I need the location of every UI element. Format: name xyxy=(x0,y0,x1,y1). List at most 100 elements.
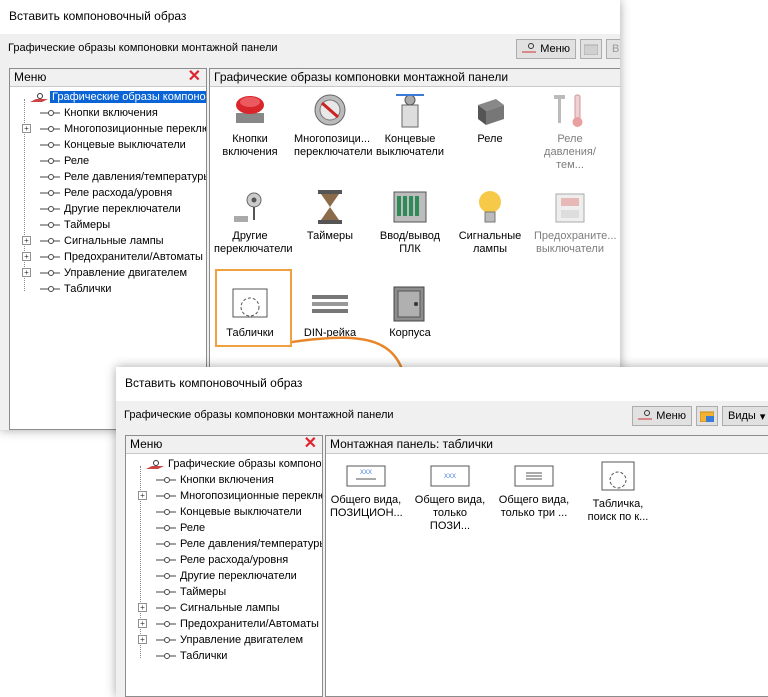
library-item[interactable]: XXX Общего вида, ПОЗИЦИОН... xyxy=(330,460,403,520)
plc-io-icon xyxy=(374,188,446,226)
connector-icon xyxy=(156,474,178,486)
connector-icon xyxy=(40,203,62,215)
tree-node-label: Таблички xyxy=(180,650,228,662)
tree-node[interactable]: Реле xyxy=(40,153,91,169)
expand-icon[interactable]: + xyxy=(138,619,147,628)
tree-node[interactable]: + Управление двигателем xyxy=(22,265,189,281)
library-item[interactable]: Сигнальные лампы xyxy=(454,188,526,256)
tree-node[interactable]: + Сигнальные лампы xyxy=(138,600,282,616)
push-button-icon xyxy=(214,91,286,129)
folder-button[interactable] xyxy=(696,406,718,426)
tree-node[interactable]: + Предохранители/Автоматы xyxy=(22,249,205,265)
dialog-toolbar: Графические образы компоновки монтажной … xyxy=(0,34,620,64)
tree-node[interactable]: Таймеры xyxy=(156,584,228,600)
tree-node[interactable]: + Многопозиционные переключатели xyxy=(138,488,322,504)
relay-icon xyxy=(454,91,526,129)
library-item[interactable]: Предохраните... выключатели xyxy=(534,188,616,256)
tree-node-label: Кнопки включения xyxy=(64,107,158,119)
tree-node-label: Реле давления/температуры xyxy=(180,538,323,550)
tree-node[interactable]: + Сигнальные лампы xyxy=(22,233,166,249)
tree-node[interactable]: Таймеры xyxy=(40,217,112,233)
dialog-title: Вставить компоновочный образ xyxy=(0,0,620,34)
menu-button[interactable]: Меню xyxy=(516,39,576,59)
tree-node-label: Графические образы компоновки xyxy=(168,458,323,470)
menu-pane-title: Меню xyxy=(14,70,47,84)
expand-icon[interactable]: + xyxy=(138,635,147,644)
views-button[interactable]: Виды ▾ xyxy=(722,406,768,426)
tree-node[interactable]: Реле расхода/уровня xyxy=(40,185,174,201)
tree-node[interactable]: Таблички xyxy=(156,648,229,664)
tree-node-label: Концевые выключатели xyxy=(64,139,186,151)
tree-node-label: Кнопки включения xyxy=(180,474,274,486)
tree-node[interactable]: + Управление двигателем xyxy=(138,632,305,648)
connector-icon xyxy=(156,522,178,534)
tree-node[interactable]: Другие переключатели xyxy=(40,201,183,217)
library-item[interactable]: Таймеры xyxy=(294,188,366,243)
expand-icon[interactable]: + xyxy=(138,491,147,500)
library-item[interactable]: Реле xyxy=(454,91,526,146)
selector-switch-icon xyxy=(294,91,366,129)
library-item[interactable]: Концевые выключатели xyxy=(374,91,446,159)
limit-switch-icon xyxy=(374,91,446,129)
tree-node[interactable]: Другие переключатели xyxy=(156,568,299,584)
library-item[interactable]: Общего вида, только три ... xyxy=(498,460,570,520)
expand-icon[interactable]: + xyxy=(138,603,147,612)
library-item[interactable]: Кнопки включения xyxy=(214,91,286,159)
item-label: только ПОЗИ... xyxy=(429,507,471,532)
library-item[interactable]: XXX Общего вида, только ПОЗИ... xyxy=(414,460,486,533)
plate-lines-icon xyxy=(498,460,570,490)
expand-icon[interactable]: + xyxy=(22,236,31,245)
item-label: Табличка, xyxy=(592,498,644,510)
tree-node-label: Таблички xyxy=(64,283,112,295)
connector-icon xyxy=(156,538,178,550)
library-item[interactable]: Ввод/вывод ПЛК xyxy=(374,188,446,256)
enclosure-icon xyxy=(374,285,446,323)
connector-icon xyxy=(40,235,62,247)
tree-node[interactable]: Кнопки включения xyxy=(156,472,276,488)
library-item[interactable]: Многопозици... переключатели xyxy=(294,91,373,159)
content-header: Графические образы компоновки монтажной … xyxy=(210,69,620,87)
views-button[interactable]: Ви xyxy=(606,39,620,59)
menu-tree-icon xyxy=(638,410,653,420)
library-subtitle: Графические образы компоновки монтажной … xyxy=(8,42,278,54)
tree-node[interactable]: Реле расхода/уровня xyxy=(156,552,290,568)
connector-icon xyxy=(40,107,62,119)
chevron-down-icon: ▾ xyxy=(759,410,766,423)
item-label: выключатели xyxy=(376,146,444,158)
selection-highlight xyxy=(215,269,292,347)
library-item[interactable]: Другие переключатели xyxy=(214,188,293,256)
close-menu-icon[interactable]: ✕ xyxy=(304,436,317,452)
tree-node[interactable]: Таблички xyxy=(40,281,113,297)
tree-node[interactable]: Кнопки включения xyxy=(40,105,160,121)
tree-node[interactable]: Концевые выключатели xyxy=(156,504,304,520)
item-label: переключатели xyxy=(294,146,373,158)
expand-icon[interactable]: + xyxy=(22,268,31,277)
item-label: Ввод/вывод xyxy=(379,230,441,242)
connector-icon xyxy=(40,139,62,151)
tree-node[interactable]: Концевые выключатели xyxy=(40,137,188,153)
din-rail-icon xyxy=(294,285,366,323)
expand-icon[interactable]: + xyxy=(22,252,31,261)
item-label: Реле xyxy=(477,133,503,145)
tree-node-label: Сигнальные лампы xyxy=(64,235,164,247)
tree-node[interactable]: Реле давления/температуры xyxy=(40,169,206,185)
tree-node[interactable]: + Многопозиционные переключатели xyxy=(22,121,206,137)
content-pane: Монтажная панель: таблички XXX Общего вид… xyxy=(325,435,768,697)
folder-button[interactable] xyxy=(580,39,602,59)
expand-icon[interactable]: + xyxy=(22,124,31,133)
tree-node[interactable]: Реле давления/температуры xyxy=(156,536,323,552)
menu-button-label: Меню xyxy=(540,43,570,55)
views-button-label: Виды xyxy=(728,410,756,422)
item-label: давления/тем... xyxy=(544,146,596,171)
tree-root-node[interactable]: Графические образы компоновки xyxy=(144,456,323,472)
library-item[interactable]: Табличка, поиск по к... xyxy=(582,460,654,524)
tree-root-node[interactable]: Графические образы компоновки xyxy=(28,89,206,105)
tree-node[interactable]: + Предохранители/Автоматы xyxy=(138,616,321,632)
close-menu-icon[interactable]: ✕ xyxy=(188,69,201,85)
connector-icon xyxy=(156,618,178,630)
connector-icon xyxy=(40,283,62,295)
menu-button[interactable]: Меню xyxy=(632,406,692,426)
library-item[interactable]: Реле давления/тем... xyxy=(534,91,606,172)
hourglass-icon xyxy=(294,188,366,226)
tree-node[interactable]: Реле xyxy=(156,520,207,536)
